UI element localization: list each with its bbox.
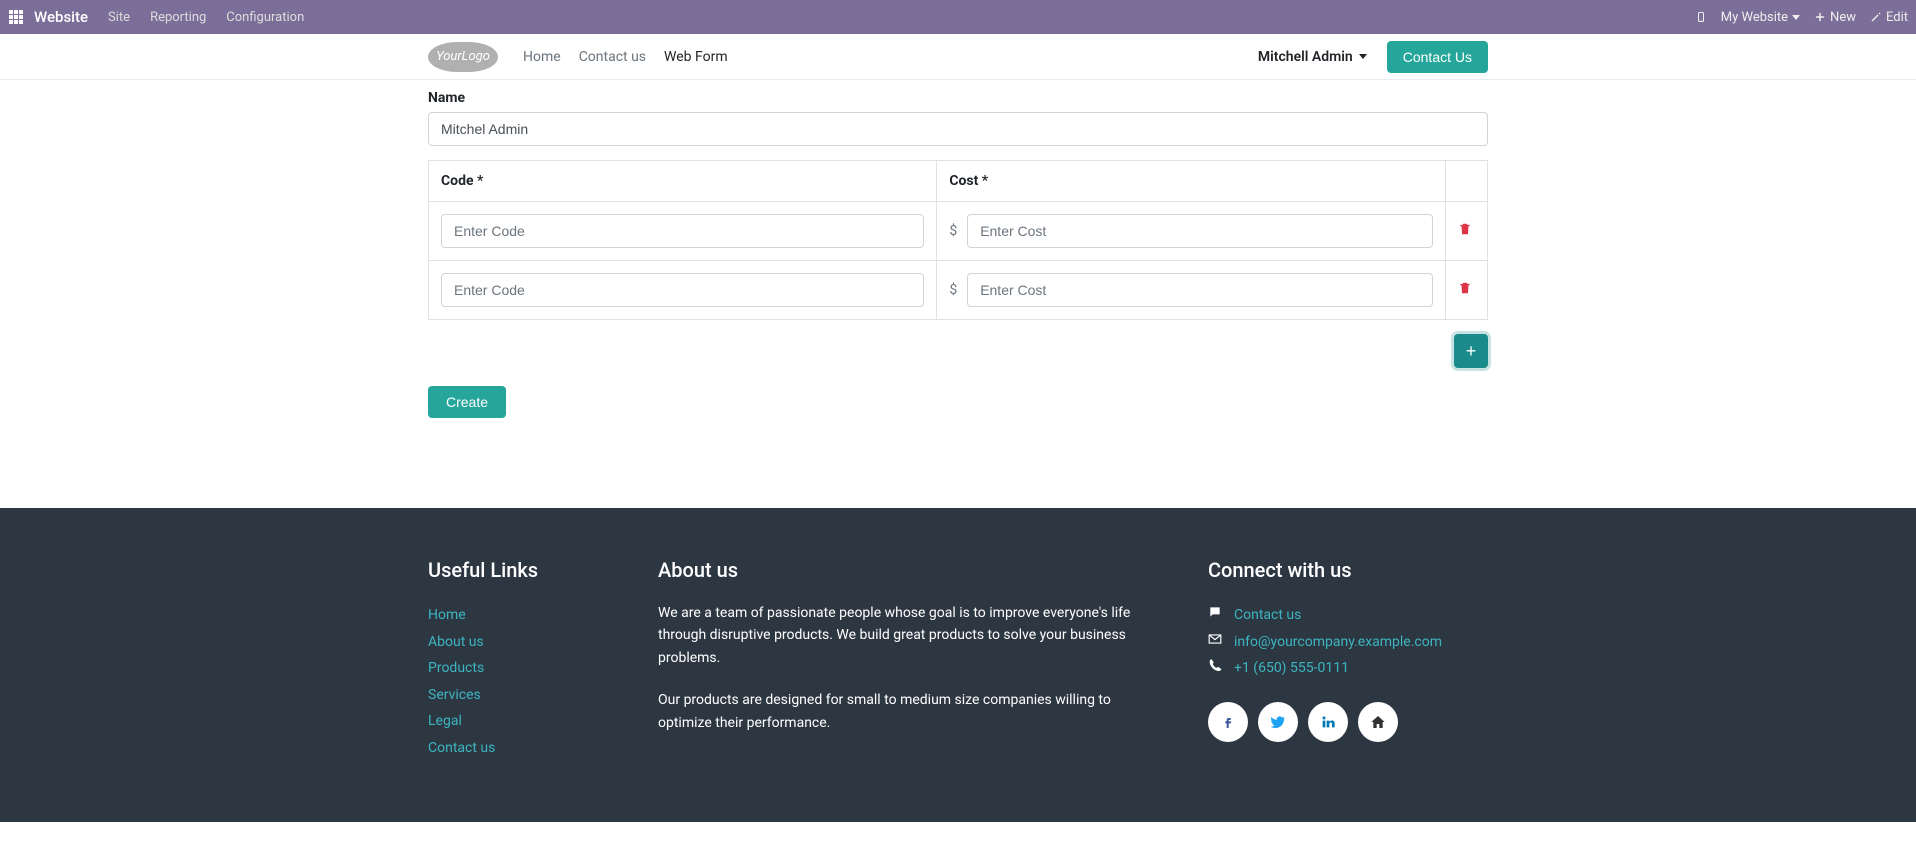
user-dropdown[interactable]: Mitchell Admin [1258,49,1367,65]
chevron-down-icon [1359,54,1367,59]
footer: Useful Links Home About us Products Serv… [0,508,1916,822]
footer-useful-links: Useful Links Home About us Products Serv… [428,558,608,762]
topbar-menu-site[interactable]: Site [108,10,130,25]
code-input[interactable] [441,273,924,307]
table-row: $ [429,202,1488,261]
table-row: $ [429,261,1488,320]
about-paragraph-1: We are a team of passionate people whose… [658,602,1138,669]
connect-contact-link[interactable]: Contact us [1234,602,1301,629]
connect-phone-link[interactable]: +1 (650) 555-0111 [1234,655,1349,682]
footer-link-contact[interactable]: Contact us [428,735,608,762]
linkedin-icon[interactable] [1308,702,1348,742]
currency-symbol: $ [949,282,957,298]
about-paragraph-2: Our products are designed for small to m… [658,689,1138,734]
useful-links-title: Useful Links [428,558,608,582]
add-row-button[interactable]: + [1454,334,1488,368]
create-button[interactable]: Create [428,386,506,418]
topbar-menu-reporting[interactable]: Reporting [150,10,206,25]
edit-label: Edit [1886,10,1908,25]
speech-bubble-icon [1208,602,1222,629]
site-logo[interactable]: YourLogo [428,42,498,72]
nav-web-form[interactable]: Web Form [664,49,728,65]
footer-link-about[interactable]: About us [428,629,608,656]
site-navbar: YourLogo Home Contact us Web Form Mitche… [0,34,1916,80]
apps-icon[interactable] [8,9,24,25]
topbar-brand[interactable]: Website [34,8,88,26]
home-icon[interactable] [1358,702,1398,742]
site-logo-text: YourLogo [436,49,490,64]
my-website-label: My Website [1721,10,1788,25]
footer-link-home[interactable]: Home [428,602,608,629]
delete-row-icon[interactable] [1458,283,1472,299]
cost-input[interactable] [967,214,1432,248]
phone-icon [1208,655,1222,682]
new-button[interactable]: New [1814,10,1856,25]
nav-home[interactable]: Home [523,49,561,65]
cost-header: Cost * [937,161,1445,202]
envelope-icon [1208,629,1222,656]
footer-link-legal[interactable]: Legal [428,708,608,735]
main-content: Name Code * Cost * $ $ + Create [413,80,1503,468]
footer-link-services[interactable]: Services [428,682,608,709]
facebook-icon[interactable] [1208,702,1248,742]
delete-row-icon[interactable] [1458,224,1472,240]
contact-us-button[interactable]: Contact Us [1387,41,1488,73]
topbar-menu-configuration[interactable]: Configuration [226,10,304,25]
nav-contact-us[interactable]: Contact us [579,49,646,65]
currency-symbol: $ [949,223,957,239]
mobile-preview-icon[interactable] [1695,11,1707,23]
name-label: Name [428,90,1488,106]
name-input[interactable] [428,112,1488,146]
connect-title: Connect with us [1208,558,1488,582]
code-input[interactable] [441,214,924,248]
cost-input[interactable] [967,273,1432,307]
my-website-dropdown[interactable]: My Website [1721,10,1800,25]
user-name-label: Mitchell Admin [1258,49,1353,65]
footer-about: About us We are a team of passionate peo… [658,558,1138,762]
chevron-down-icon [1792,15,1800,20]
topbar: Website Site Reporting Configuration My … [0,0,1916,34]
line-items-table: Code * Cost * $ $ [428,160,1488,320]
about-title: About us [658,558,1138,582]
code-header: Code * [429,161,937,202]
connect-email-link[interactable]: info@yourcompany.example.com [1234,629,1442,656]
new-label: New [1830,10,1856,25]
footer-link-products[interactable]: Products [428,655,608,682]
edit-button[interactable]: Edit [1870,10,1908,25]
twitter-icon[interactable] [1258,702,1298,742]
footer-connect: Connect with us Contact us info@yourcomp… [1208,558,1488,762]
